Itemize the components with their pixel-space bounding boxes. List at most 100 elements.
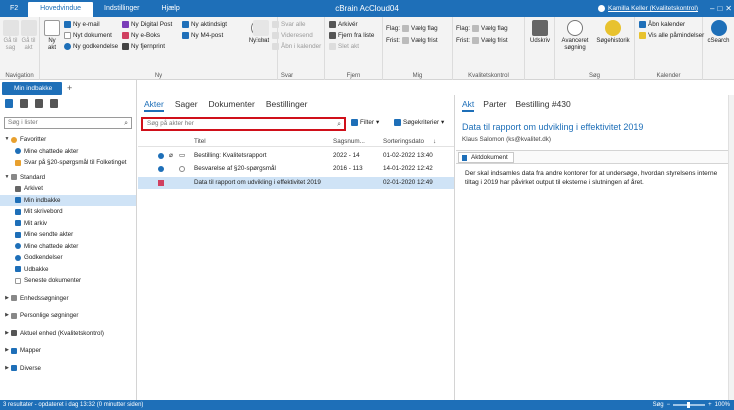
tab-akter[interactable]: Akter xyxy=(144,99,164,112)
mig-flag-select[interactable]: Flag: Vælg flag xyxy=(386,25,438,32)
group-icon[interactable] xyxy=(50,99,58,108)
ribbon-group-sog: Avanceret søgning Søgehistorik Søg xyxy=(555,17,635,80)
sort-arrow-icon[interactable]: ↓ xyxy=(433,138,436,145)
reply-button[interactable]: Svar xyxy=(253,20,269,45)
folder-icon[interactable] xyxy=(20,99,28,108)
delete-akt-button[interactable]: Slet akt xyxy=(329,43,359,50)
print-button[interactable]: Udskriv xyxy=(528,20,552,45)
new-approval-button[interactable]: Ny godkendelse xyxy=(64,43,118,50)
tree-item-mine-sendte[interactable]: Mine sendte akter xyxy=(0,229,136,241)
tab-indstillinger[interactable]: Indstillinger xyxy=(93,0,150,17)
tree-item-seneste-dokumenter[interactable]: Seneste dokumenter xyxy=(0,275,136,287)
new-akt-button[interactable]: Ny akt xyxy=(44,20,60,52)
new-access-request-button[interactable]: Ny aktindsigt xyxy=(182,21,227,28)
kval-deadline-select[interactable]: Frist: Vælg frist xyxy=(456,37,508,44)
mig-deadline-select[interactable]: Frist: Vælg frist xyxy=(386,37,438,44)
show-reminders-button[interactable]: Vis alle påmindelser xyxy=(639,32,704,39)
close-icon[interactable]: ✕ xyxy=(725,4,732,13)
tab-hjaelp[interactable]: Hjælp xyxy=(150,0,190,17)
csearch-button[interactable]: cSearch xyxy=(706,20,731,45)
new-email-button[interactable]: Ny e-mail xyxy=(64,21,100,28)
zoom-slider[interactable] xyxy=(673,402,706,408)
row-date: 01-02-2022 13:40 xyxy=(383,152,433,159)
tree-group-diverse[interactable]: ▶ Diverse xyxy=(0,363,136,375)
tree-item-udbakke[interactable]: Udbakke xyxy=(0,264,136,276)
column-casenum[interactable]: Sagsnum... xyxy=(333,138,365,145)
group-label: Navigation xyxy=(5,73,34,79)
advanced-search-button[interactable]: Avanceret søgning xyxy=(558,20,592,52)
reply-all-button[interactable]: Svar alle xyxy=(272,21,306,28)
folder-icon: ▭ xyxy=(179,152,185,159)
user-account[interactable]: Kamilla Keller (Kvalitetskontrol) xyxy=(598,0,698,17)
tree-group-aktuel-enhed[interactable]: ▶ Aktuel enhed (Kvalitetskontrol) xyxy=(0,328,136,340)
flag-icon xyxy=(402,25,409,32)
goto-case-button[interactable]: Gå til sag xyxy=(2,20,19,52)
tree-item-arkivet[interactable]: Arkivet xyxy=(0,183,136,195)
list-icon xyxy=(11,174,17,181)
search-icon[interactable]: ⌕ xyxy=(124,119,128,129)
tab-bestillinger[interactable]: Bestillinger xyxy=(266,99,308,112)
open-in-calendar-button[interactable]: Åbn i kalender xyxy=(272,43,321,50)
tree-item[interactable]: Mine chattede akter xyxy=(0,146,136,158)
tab-hovedvindue[interactable]: Hovedvindue xyxy=(28,2,94,17)
new-list-icon[interactable] xyxy=(5,99,13,108)
add-tab-icon[interactable]: + xyxy=(67,82,72,94)
new-m4-post-button[interactable]: Ny M4-post xyxy=(182,32,223,39)
tab-akt[interactable]: Akt xyxy=(462,99,475,112)
new-document-button[interactable]: Nyt dokument xyxy=(64,32,112,39)
search-icon[interactable]: ⌕ xyxy=(337,120,341,130)
zoom-slider-knob[interactable] xyxy=(687,402,691,408)
chevron-right-icon[interactable]: ▶ xyxy=(3,328,11,340)
tree-item-mine-chattede[interactable]: Mine chattede akter xyxy=(0,241,136,253)
archive-button[interactable]: Arkivér xyxy=(329,21,358,28)
tab-f2[interactable]: F2 xyxy=(0,0,28,17)
tree-group-favoritter[interactable]: ▼ Favoritter xyxy=(0,134,136,146)
tab-sager[interactable]: Sager xyxy=(175,99,198,112)
new-digital-post-button[interactable]: Ny Digital Post xyxy=(122,21,172,28)
open-calendar-button[interactable]: Åbn kalender xyxy=(639,21,685,28)
table-row-selected[interactable]: Data til rapport om udvikling i effektiv… xyxy=(138,177,454,189)
tab-bestilling[interactable]: Bestilling #430 xyxy=(515,99,570,112)
copy-icon[interactable] xyxy=(35,99,43,108)
chevron-right-icon[interactable]: ▶ xyxy=(3,345,11,357)
filter-button[interactable]: Filter ▾ xyxy=(351,119,379,126)
search-criteria-button[interactable]: Søgekriterier ▾ xyxy=(394,119,444,126)
new-remote-print-button[interactable]: Ny fjernprint xyxy=(122,43,165,50)
chevron-right-icon[interactable]: ▶ xyxy=(3,293,11,305)
chevron-right-icon[interactable]: ▶ xyxy=(3,363,11,375)
tab-parter[interactable]: Parter xyxy=(483,99,506,112)
tree-group-personlige-sogninger[interactable]: ▶ Personlige søgninger xyxy=(0,310,136,322)
tree-item-min-indbakke[interactable]: Min indbakke xyxy=(0,194,136,206)
akter-search-input[interactable]: Søg på akter her ⌕ xyxy=(141,117,346,131)
search-history-button[interactable]: Søgehistorik xyxy=(595,20,631,45)
tab-aktdokument[interactable]: Aktdokument xyxy=(458,152,514,163)
column-sortdate[interactable]: Sorteringsdato xyxy=(383,138,424,145)
kval-flag-select[interactable]: Flag: Vælg flag xyxy=(456,25,508,32)
list-search-input[interactable]: Søg i lister ⌕ xyxy=(4,117,132,129)
zoom-in-icon[interactable]: + xyxy=(708,400,712,410)
tree-group-enhedssogninger[interactable]: ▶ Enhedssøgninger xyxy=(0,293,136,305)
chevron-right-icon[interactable]: ▶ xyxy=(3,310,11,322)
maximize-icon[interactable]: □ xyxy=(717,4,722,13)
zoom-out-icon[interactable]: − xyxy=(667,400,671,410)
tree-item-mit-arkiv[interactable]: Mit arkiv xyxy=(0,218,136,230)
minimize-icon[interactable]: – xyxy=(710,4,714,13)
chevron-down-icon[interactable]: ▼ xyxy=(3,172,11,184)
tab-dokumenter[interactable]: Dokumenter xyxy=(209,99,255,112)
table-row[interactable]: Besvarelse af §20-spørgsmål 2016 - 113 1… xyxy=(138,163,454,175)
remove-from-list-button[interactable]: Fjern fra liste xyxy=(329,32,374,39)
chevron-down-icon[interactable]: ▼ xyxy=(3,134,11,146)
tree-group-mapper[interactable]: ▶ Mapper xyxy=(0,345,136,357)
tree-item-godkendelser[interactable]: Godkendelser xyxy=(0,252,136,264)
tree-item[interactable]: Svar på §20-spørgsmål til Folketinget xyxy=(0,157,136,169)
scrollbar[interactable] xyxy=(728,95,734,400)
tab-min-indbakke[interactable]: Min indbakke xyxy=(2,82,62,95)
tree-item-mit-skrivebord[interactable]: Mit skrivebord xyxy=(0,206,136,218)
tree-group-standard[interactable]: ▼ Standard xyxy=(0,172,136,184)
reply-icon xyxy=(253,20,269,36)
new-eboks-button[interactable]: Ny e-Boks xyxy=(122,32,160,39)
goto-akt-button[interactable]: Gå til akt xyxy=(20,20,37,52)
column-title[interactable]: Titel xyxy=(194,138,206,145)
table-row[interactable]: ⌀ ▭ Bestilling: Kvalitetsrapport 2022 - … xyxy=(138,150,454,162)
forward-button[interactable]: Videresend xyxy=(272,32,313,39)
